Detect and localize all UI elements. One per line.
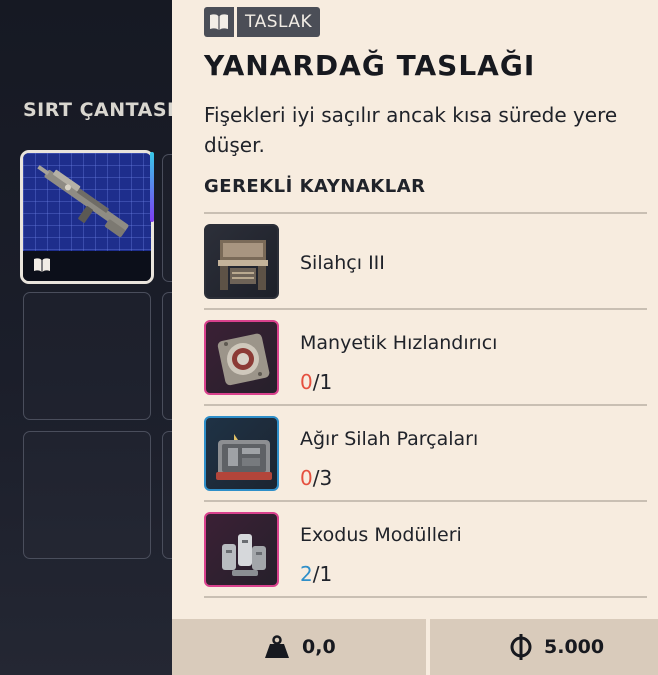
resource-count: 0/1 bbox=[300, 370, 332, 394]
resource-name: Ağır Silah Parçaları bbox=[300, 428, 479, 450]
exodus-modules-icon bbox=[204, 512, 279, 587]
resource-required-count: /3 bbox=[312, 466, 333, 490]
magnetic-accelerator-icon bbox=[204, 320, 279, 395]
weight-value: 0,0 bbox=[302, 636, 336, 658]
inventory-slot-empty[interactable] bbox=[23, 292, 151, 420]
resource-name: Silahçı III bbox=[300, 252, 385, 274]
inventory-slot-empty[interactable] bbox=[23, 431, 151, 559]
blueprint-book-icon bbox=[34, 258, 50, 272]
resource-name: Exodus Modülleri bbox=[300, 524, 462, 546]
slot-footer bbox=[23, 251, 151, 281]
resource-required-count: /1 bbox=[312, 370, 333, 394]
workbench-icon bbox=[204, 224, 279, 299]
backpack-panel: SIRT ÇANTASI bbox=[0, 0, 184, 675]
backpack-title: SIRT ÇANTASI bbox=[23, 99, 175, 121]
weight-stat: 0,0 bbox=[264, 619, 336, 675]
weight-icon bbox=[265, 635, 289, 658]
resource-row[interactable]: Exodus Modülleri 2/1 bbox=[204, 512, 647, 606]
resource-count: 2/1 bbox=[300, 562, 332, 586]
item-title: YANARDAĞ TASLAĞI bbox=[204, 49, 536, 82]
resource-owned-count: 2 bbox=[300, 562, 313, 586]
item-type-label: TASLAK bbox=[237, 7, 321, 37]
item-stats-footer: 0,0 5.000 bbox=[172, 619, 658, 675]
divider bbox=[204, 500, 647, 502]
coin-icon bbox=[510, 634, 532, 660]
inventory-slot-selected[interactable] bbox=[20, 150, 154, 284]
resource-required-count: /1 bbox=[312, 562, 333, 586]
item-thumbnail bbox=[23, 153, 151, 251]
resource-row[interactable]: Silahçı III bbox=[204, 224, 647, 318]
item-detail-panel: TASLAK YANARDAĞ TASLAĞI Fişekleri iyi sa… bbox=[172, 0, 658, 675]
required-resources-header: GEREKLİ KAYNAKLAR bbox=[204, 176, 426, 197]
item-type-tag: TASLAK bbox=[204, 7, 321, 37]
divider bbox=[204, 596, 647, 598]
resource-owned-count: 0 bbox=[300, 466, 313, 490]
rifle-icon bbox=[37, 165, 129, 237]
weapon-parts-case-icon bbox=[204, 416, 279, 491]
divider bbox=[204, 212, 647, 214]
divider bbox=[204, 404, 647, 406]
price-stat: 5.000 bbox=[510, 619, 604, 675]
blueprint-book-icon bbox=[204, 7, 234, 37]
footer-separator bbox=[426, 619, 430, 675]
resource-row[interactable]: Ağır Silah Parçaları 0/3 bbox=[204, 416, 647, 510]
divider bbox=[204, 308, 647, 310]
resource-name: Manyetik Hızlandırıcı bbox=[300, 332, 498, 354]
rarity-indicator-secondary bbox=[150, 152, 154, 222]
resource-row[interactable]: Manyetik Hızlandırıcı 0/1 bbox=[204, 320, 647, 414]
resource-count: 0/3 bbox=[300, 466, 332, 490]
resource-owned-count: 0 bbox=[300, 370, 313, 394]
price-value: 5.000 bbox=[544, 636, 605, 658]
item-description: Fişekleri iyi saçılır ancak kısa sürede … bbox=[204, 103, 618, 157]
